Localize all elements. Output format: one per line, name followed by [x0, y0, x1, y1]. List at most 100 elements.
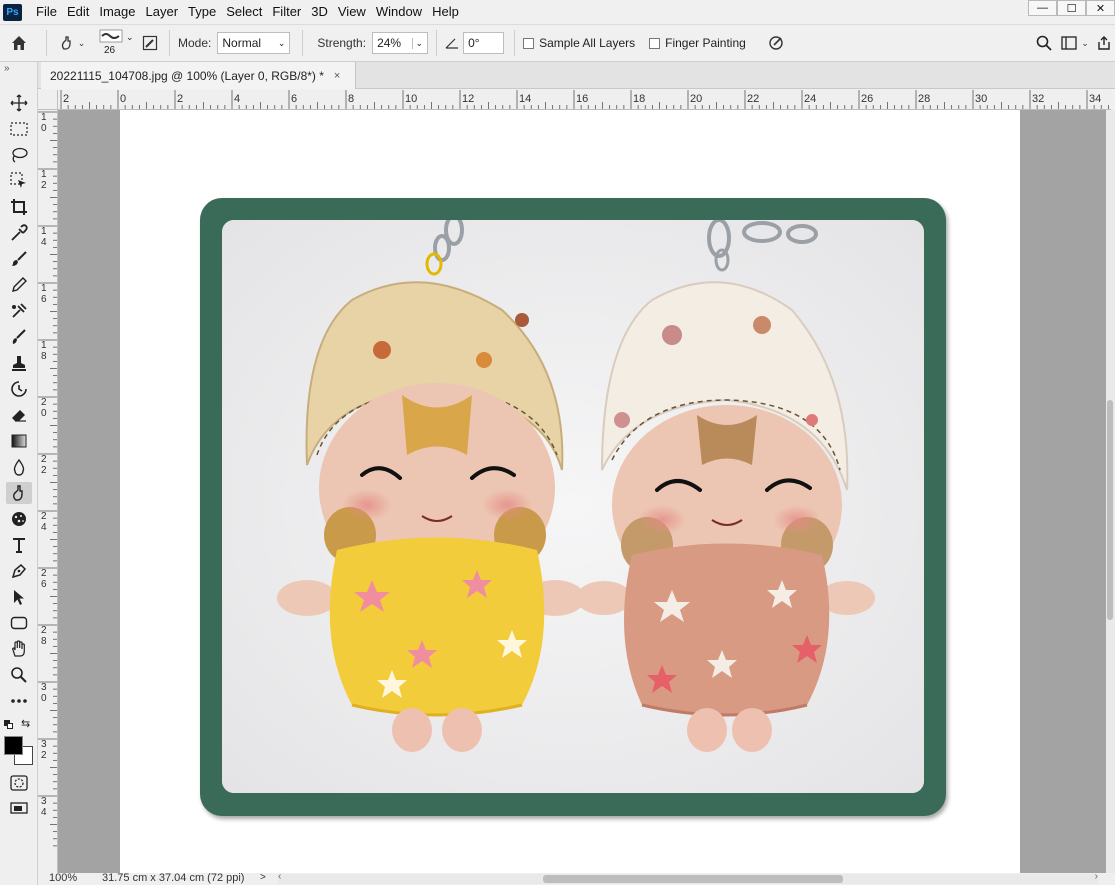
checkbox-box[interactable]: [649, 37, 661, 49]
pencil-tool[interactable]: [8, 274, 30, 296]
window-controls: — ☐ ✕: [1028, 0, 1115, 16]
brush-tool[interactable]: [8, 248, 30, 270]
horizontal-scroll-thumb[interactable]: [543, 875, 843, 883]
pen-tool[interactable]: [8, 560, 30, 582]
menu-edit[interactable]: Edit: [62, 0, 94, 24]
ruler-label: 30: [975, 93, 987, 105]
horizontal-scrollbar[interactable]: ‹ ›: [278, 871, 1098, 884]
maximize-button[interactable]: ☐: [1057, 0, 1086, 16]
swap-colors-icon[interactable]: ⇆: [21, 717, 30, 730]
zoom-level[interactable]: 100%: [49, 872, 77, 884]
quick-mask-button[interactable]: [8, 772, 30, 794]
home-icon: [12, 36, 26, 50]
move-tool[interactable]: [8, 92, 30, 114]
stamp-icon: [12, 356, 26, 371]
sample-all-layers-checkbox[interactable]: Sample All Layers: [523, 36, 635, 50]
ruler-label: 2: [41, 511, 47, 522]
document-size: 31.75 cm x 37.04 cm (72 ppi): [102, 872, 245, 884]
clone-stamp-tool[interactable]: [8, 300, 30, 322]
brush-icon: [12, 251, 27, 266]
lasso-tool[interactable]: [8, 144, 30, 166]
workspace-button[interactable]: ⌄: [1057, 36, 1093, 50]
close-button[interactable]: ✕: [1086, 0, 1115, 16]
pencil-icon: [12, 277, 27, 292]
blur-tool[interactable]: [8, 456, 30, 478]
document-tab[interactable]: 20221115_104708.jpg @ 100% (Layer 0, RGB…: [41, 62, 356, 89]
more-tools[interactable]: [8, 690, 30, 712]
close-tab-icon[interactable]: ×: [334, 70, 340, 82]
menu-view[interactable]: View: [333, 0, 371, 24]
brush-size-label: 26: [104, 45, 116, 56]
vertical-scroll-thumb[interactable]: [1107, 400, 1113, 620]
scroll-right-icon[interactable]: ›: [1095, 871, 1098, 882]
scroll-left-icon[interactable]: ‹: [278, 871, 281, 882]
menu-filter[interactable]: Filter: [267, 0, 306, 24]
hand-tool[interactable]: [8, 638, 30, 660]
default-colors-icon[interactable]: [4, 720, 13, 729]
canvas-area[interactable]: [58, 110, 1111, 873]
menu-help[interactable]: Help: [427, 0, 464, 24]
pressure-button[interactable]: [764, 35, 788, 51]
shape-tool[interactable]: [8, 612, 30, 634]
status-bar: 100% 31.75 cm x 37.04 cm (72 ppi) > ‹ ›: [38, 871, 1115, 885]
object-select-tool[interactable]: [8, 170, 30, 192]
minimize-button[interactable]: —: [1028, 0, 1057, 16]
more-icon: [11, 699, 27, 703]
ruler-label: 4: [234, 93, 240, 105]
menu-type[interactable]: Type: [183, 0, 221, 24]
search-button[interactable]: [1031, 35, 1057, 51]
eyedropper-tool[interactable]: [8, 222, 30, 244]
foreground-color-swatch[interactable]: [4, 736, 23, 755]
photoshop-logo[interactable]: Ps: [3, 3, 22, 21]
angle-value: 0°: [468, 36, 480, 50]
horizontal-ruler[interactable]: 2 0 2 4 6 8 10 12 14 16 18 20 22 24 26 28 30 32 34: [58, 90, 1111, 110]
crop-tool[interactable]: [8, 196, 30, 218]
menu-layer[interactable]: Layer: [141, 0, 184, 24]
screen-mode-button[interactable]: [8, 798, 30, 820]
ruler-label: 28: [918, 93, 930, 105]
brush-preset-picker[interactable]: 26 ⌄: [99, 28, 137, 58]
ruler-label: 4: [41, 807, 47, 818]
strength-input[interactable]: 24% ⌄: [372, 32, 429, 54]
chevron-down-icon: ⌄: [1081, 37, 1089, 48]
type-tool[interactable]: [8, 534, 30, 556]
zoom-tool[interactable]: [8, 664, 30, 686]
smudge-tool[interactable]: [6, 482, 32, 504]
document-canvas[interactable]: [120, 110, 1020, 873]
collapse-panel-icon[interactable]: »: [4, 63, 10, 74]
status-menu-arrow[interactable]: >: [260, 872, 266, 883]
path-select-tool[interactable]: [8, 586, 30, 608]
ruler-label: 2: [41, 625, 47, 636]
sponge-tool[interactable]: [8, 508, 30, 530]
angle-input[interactable]: 0°: [463, 32, 505, 54]
menu-file[interactable]: File: [31, 0, 62, 24]
home-button[interactable]: [0, 34, 38, 52]
ruler-label: 32: [1032, 93, 1044, 105]
checkbox-box[interactable]: [523, 37, 535, 49]
stamp-tool[interactable]: [8, 352, 30, 374]
document-tab-bar: 20221115_104708.jpg @ 100% (Layer 0, RGB…: [38, 62, 1115, 89]
history-brush-icon: [12, 329, 26, 344]
share-button[interactable]: [1093, 35, 1115, 51]
mode-select[interactable]: Normal ⌄: [217, 32, 291, 54]
sponge-icon: [12, 512, 26, 526]
share-icon: [1098, 36, 1110, 50]
ruler-label: 4: [41, 237, 47, 248]
separator: [46, 30, 47, 56]
marquee-tool[interactable]: [8, 118, 30, 140]
menu-3d[interactable]: 3D: [306, 0, 333, 24]
ruler-corner[interactable]: [38, 90, 58, 110]
brush-settings-button[interactable]: [139, 35, 161, 51]
gradient-tool[interactable]: [8, 430, 30, 452]
tool-preset-picker[interactable]: ⌄: [55, 35, 89, 51]
eraser-tool[interactable]: [8, 404, 30, 426]
history-brush-tool[interactable]: [8, 326, 30, 348]
vertical-scrollbar[interactable]: [1106, 110, 1115, 873]
crop-icon: [11, 199, 27, 215]
menu-window[interactable]: Window: [371, 0, 427, 24]
menu-image[interactable]: Image: [94, 0, 140, 24]
vertical-ruler[interactable]: 10121416182022242628303234: [38, 110, 58, 873]
art-history-tool[interactable]: [8, 378, 30, 400]
finger-painting-checkbox[interactable]: Finger Painting: [649, 36, 746, 50]
menu-select[interactable]: Select: [221, 0, 267, 24]
